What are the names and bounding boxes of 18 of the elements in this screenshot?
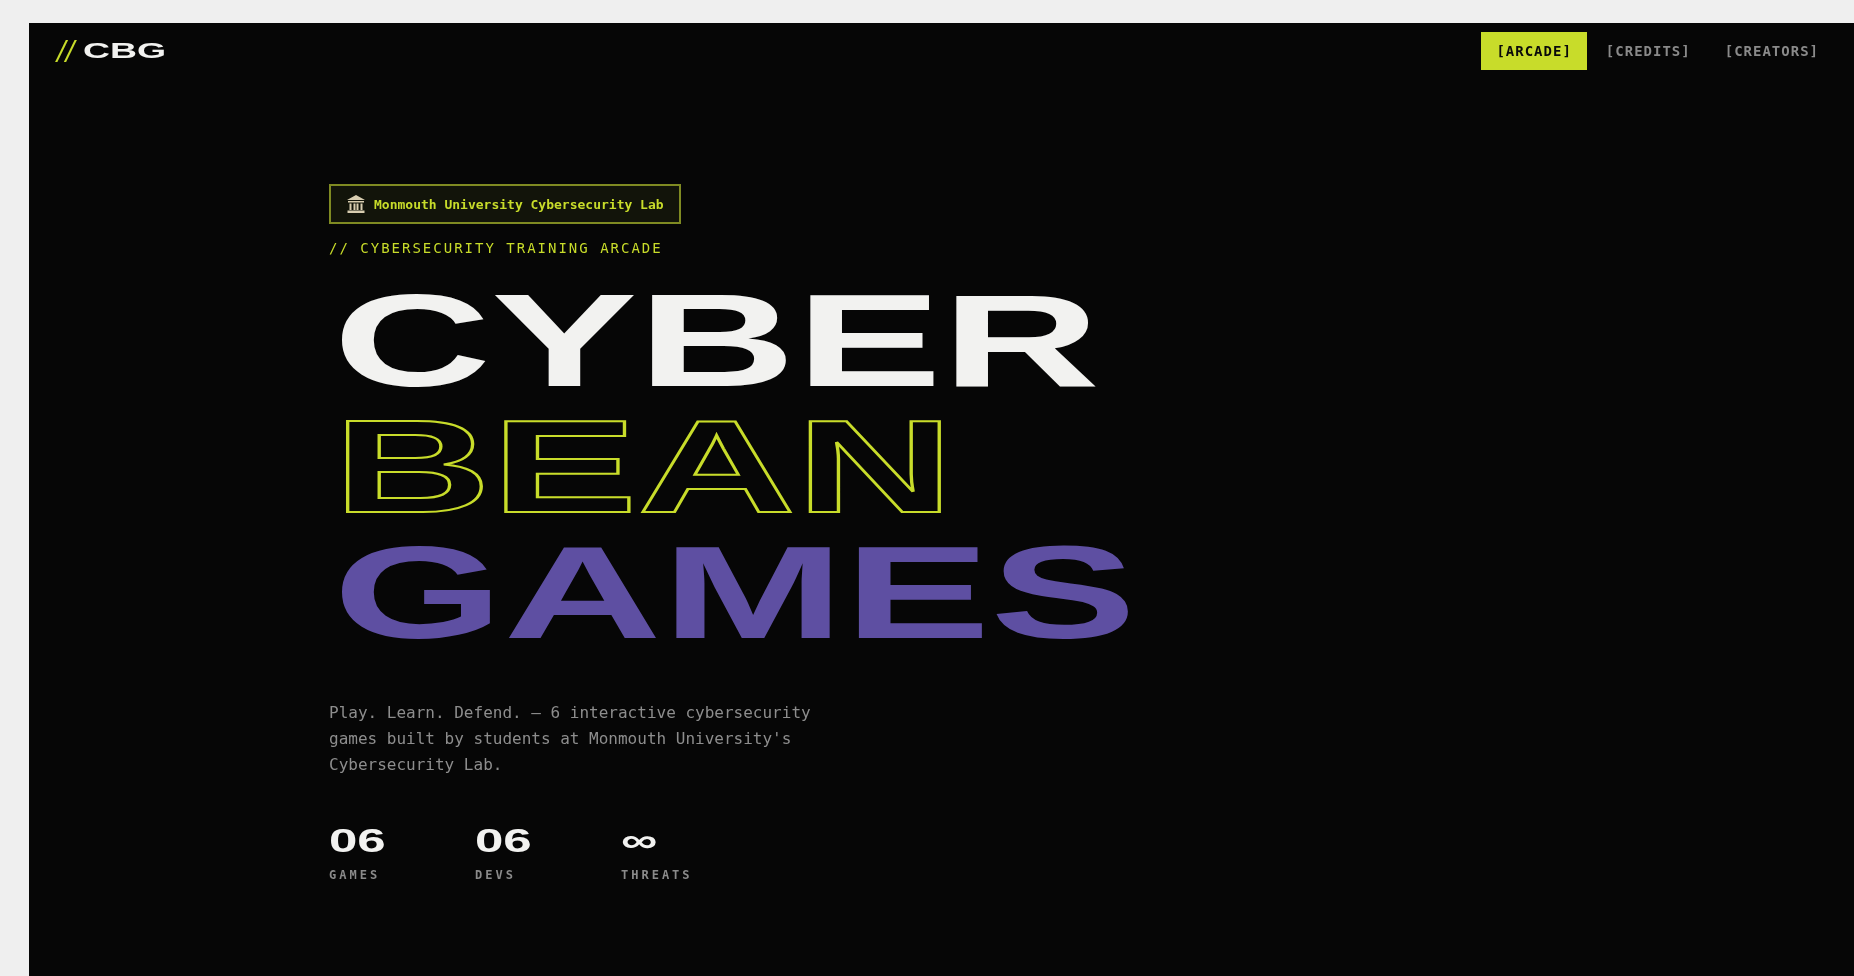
- badge-text: Monmouth University Cybersecurity Lab: [374, 196, 664, 212]
- description: Play. Learn. Defend. — 6 interactive cybersecurity games built by students at Monmouth University's Cybersecurity Lab.: [329, 702, 812, 776]
- headline-word: CYBER: [333, 278, 1101, 404]
- stat-label: GAMES: [329, 868, 382, 882]
- nav-link[interactable]: [CREATORS]: [1709, 32, 1834, 70]
- headline-word: GAMES: [333, 530, 1137, 656]
- logo-slashes: //: [57, 36, 75, 66]
- stat-value: ∞: [621, 822, 658, 858]
- stat-value: 06: [329, 822, 386, 858]
- nav-link[interactable]: [ARCADE]: [1481, 32, 1587, 70]
- nav-link[interactable]: [CREDITS]: [1590, 32, 1706, 70]
- stat-label: DEVS: [475, 868, 517, 882]
- building-icon: [346, 194, 366, 214]
- headline-word: BEAN: [333, 404, 954, 530]
- logo-text: CBG: [82, 38, 166, 64]
- eyebrow-text: // CYBERSECURITY TRAINING ARCADE: [329, 240, 663, 256]
- stat-value: 06: [475, 822, 532, 858]
- stat-label: THREATS: [621, 868, 694, 882]
